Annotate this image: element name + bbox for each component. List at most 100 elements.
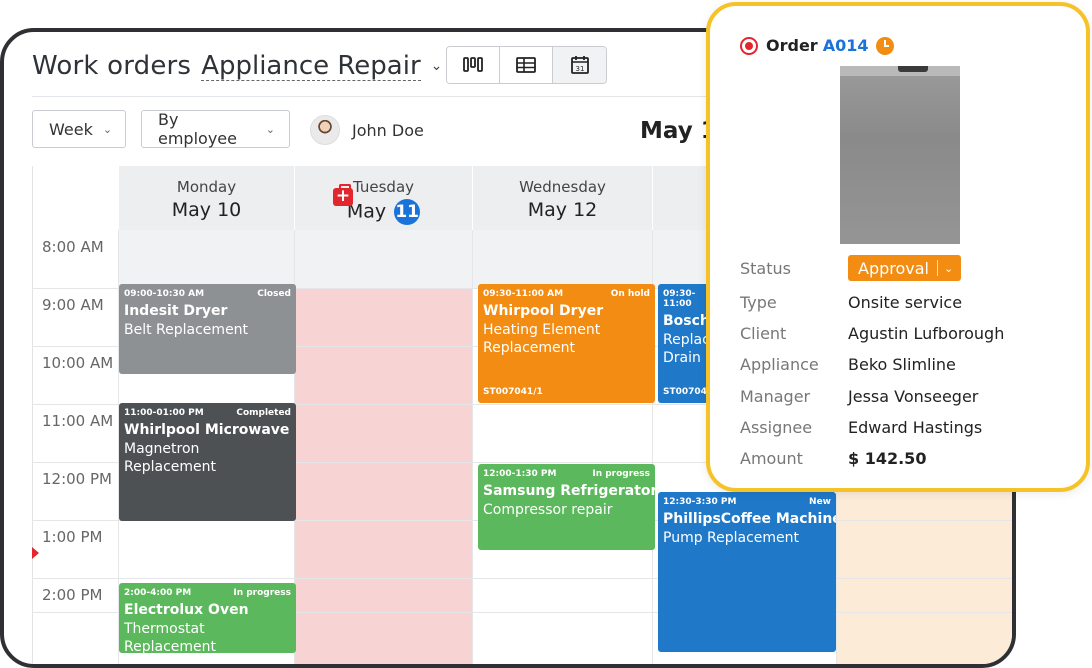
field-label: Status: [740, 259, 791, 278]
day-name: Tuesday: [352, 178, 415, 196]
column-line: [472, 230, 473, 664]
holiday-column: [294, 230, 472, 664]
work-order-card[interactable]: 09:00-10:30 AM Closed Indesit Dryer Belt …: [119, 284, 296, 374]
day-header-monday[interactable]: Monday May 10: [118, 166, 294, 230]
svg-text:31: 31: [575, 65, 584, 73]
current-time-marker: [32, 547, 39, 559]
field-label: Amount: [740, 449, 803, 468]
time-label: 8:00 AM: [42, 238, 104, 256]
appliance-photo: [840, 66, 960, 244]
chevron-down-icon: ⌄: [944, 261, 954, 275]
chevron-down-icon: ⌄: [102, 122, 113, 136]
kanban-view-button[interactable]: [447, 47, 500, 83]
chevron-down-icon: ⌄: [265, 122, 275, 136]
day-name: Monday: [176, 178, 237, 196]
field-value: Onsite service: [848, 293, 963, 312]
day-date: May 11: [295, 199, 472, 225]
page-title: Work orders: [32, 51, 192, 81]
order-id-link[interactable]: A014: [823, 36, 869, 55]
range-dropdown-label: Week: [49, 119, 93, 139]
field-label: Type: [740, 293, 777, 312]
range-dropdown[interactable]: Week ⌄: [32, 110, 126, 148]
event-title: Indesit Dryer: [124, 303, 228, 319]
allday-row: [118, 230, 294, 288]
work-order-card[interactable]: 11:00-01:00 PM Completed Whirlpool Microw…: [119, 403, 296, 521]
day-header-wednesday[interactable]: Wednesday May 12: [472, 166, 652, 230]
day-header-tuesday[interactable]: Tuesday May 11: [294, 166, 472, 230]
time-label: 1:00 PM: [42, 528, 103, 546]
target-icon: [740, 36, 758, 55]
grouping-dropdown[interactable]: By employee ⌄: [141, 110, 290, 148]
event-status: On hold: [610, 289, 650, 299]
event-status: Closed: [257, 289, 291, 299]
field-label: Client: [740, 324, 787, 343]
calendar-icon: 31: [570, 56, 589, 74]
event-time: 2:00-4:00 PM: [124, 588, 192, 598]
allday-row: [294, 230, 472, 288]
field-label: Manager: [740, 387, 811, 406]
time-label: 11:00 AM: [42, 412, 114, 430]
field-value: Beko Slimline: [848, 355, 956, 374]
event-title: Samsung Refrigerator: [483, 483, 655, 499]
clock-icon: [876, 36, 895, 55]
event-title: Electrolux Oven: [124, 602, 249, 618]
event-time: 09:30-11:00 AM: [483, 289, 564, 299]
today-badge: 11: [394, 199, 421, 225]
medical-kit-icon: [333, 184, 353, 206]
table-view-button[interactable]: [500, 47, 553, 83]
view-switcher: 31: [446, 46, 607, 84]
time-label: 10:00 AM: [42, 354, 114, 372]
field-value: Agustin Lufborough: [848, 324, 1005, 343]
event-time: 12:00-1:30 PM: [483, 469, 557, 479]
work-order-card[interactable]: 2:00-4:00 PM In progress Electrolux Oven …: [119, 583, 296, 653]
event-subtitle: Pump Replacement: [663, 530, 800, 546]
event-status: In progress: [592, 469, 650, 479]
project-selector[interactable]: Appliance Repair: [201, 52, 421, 81]
page-header: Work orders Appliance Repair ⌄: [32, 44, 442, 88]
event-subtitle: Magnetron Replacement: [124, 441, 216, 475]
hour-line: [32, 578, 1012, 579]
event-meta: 09:30-11:00 AM On hold: [483, 289, 650, 299]
calendar-view-button[interactable]: 31: [553, 47, 606, 83]
work-order-card[interactable]: 09:30-11:00 AM On hold Whirpool Dryer Hea…: [478, 284, 655, 403]
employee-filter[interactable]: John Doe: [310, 112, 424, 148]
chevron-down-icon[interactable]: ⌄: [431, 58, 443, 74]
event-meta: 12:00-1:30 PM In progress: [483, 469, 650, 479]
order-title: Order A014: [740, 36, 895, 55]
event-status: In progress: [233, 588, 291, 598]
field-value: Edward Hastings: [848, 418, 983, 437]
event-title: PhillipsCoffee Machine: [663, 511, 836, 527]
allday-row: [472, 230, 652, 288]
event-title: Whirlpool Microwave: [124, 422, 290, 438]
event-meta: 09:00-10:30 AM Closed: [124, 289, 291, 299]
field-label: Appliance: [740, 355, 819, 374]
time-label: 9:00 AM: [42, 296, 104, 314]
work-order-card[interactable]: 12:30-3:30 PM New PhillipsCoffee Machine …: [658, 492, 836, 652]
event-status: New: [809, 497, 831, 507]
event-subtitle: Compressor repair: [483, 502, 613, 518]
grouping-dropdown-label: By employee: [158, 110, 237, 148]
divider: [937, 260, 938, 276]
field-value: $ 142.50: [848, 449, 927, 468]
day-date: May 10: [171, 199, 242, 221]
work-order-card[interactable]: 12:00-1:30 PM In progress Samsung Refrige…: [478, 464, 655, 550]
event-subtitle: Heating Element Replacement: [483, 322, 601, 356]
order-label: Order: [766, 36, 818, 55]
event-meta: 2:00-4:00 PM In progress: [124, 588, 291, 598]
event-title: Whirpool Dryer: [483, 303, 604, 319]
table-icon: [516, 57, 536, 73]
kanban-icon: [463, 57, 483, 72]
event-code: ST007041/1: [483, 387, 543, 397]
event-time: 12:30-3:30 PM: [663, 497, 737, 507]
day-date: May 12: [527, 199, 598, 221]
time-label: 2:00 PM: [42, 586, 103, 604]
event-status: Completed: [236, 408, 291, 418]
event-meta: 12:30-3:30 PM New: [663, 497, 831, 507]
day-name: Wednesday: [519, 178, 606, 196]
event-time: 09:00-10:30 AM: [124, 289, 205, 299]
employee-name: John Doe: [352, 120, 424, 140]
photo-detail: [898, 66, 928, 72]
status-dropdown[interactable]: Approval ⌄: [848, 255, 962, 281]
status-value: Approval: [858, 258, 929, 278]
event-meta: 11:00-01:00 PM Completed: [124, 408, 291, 418]
